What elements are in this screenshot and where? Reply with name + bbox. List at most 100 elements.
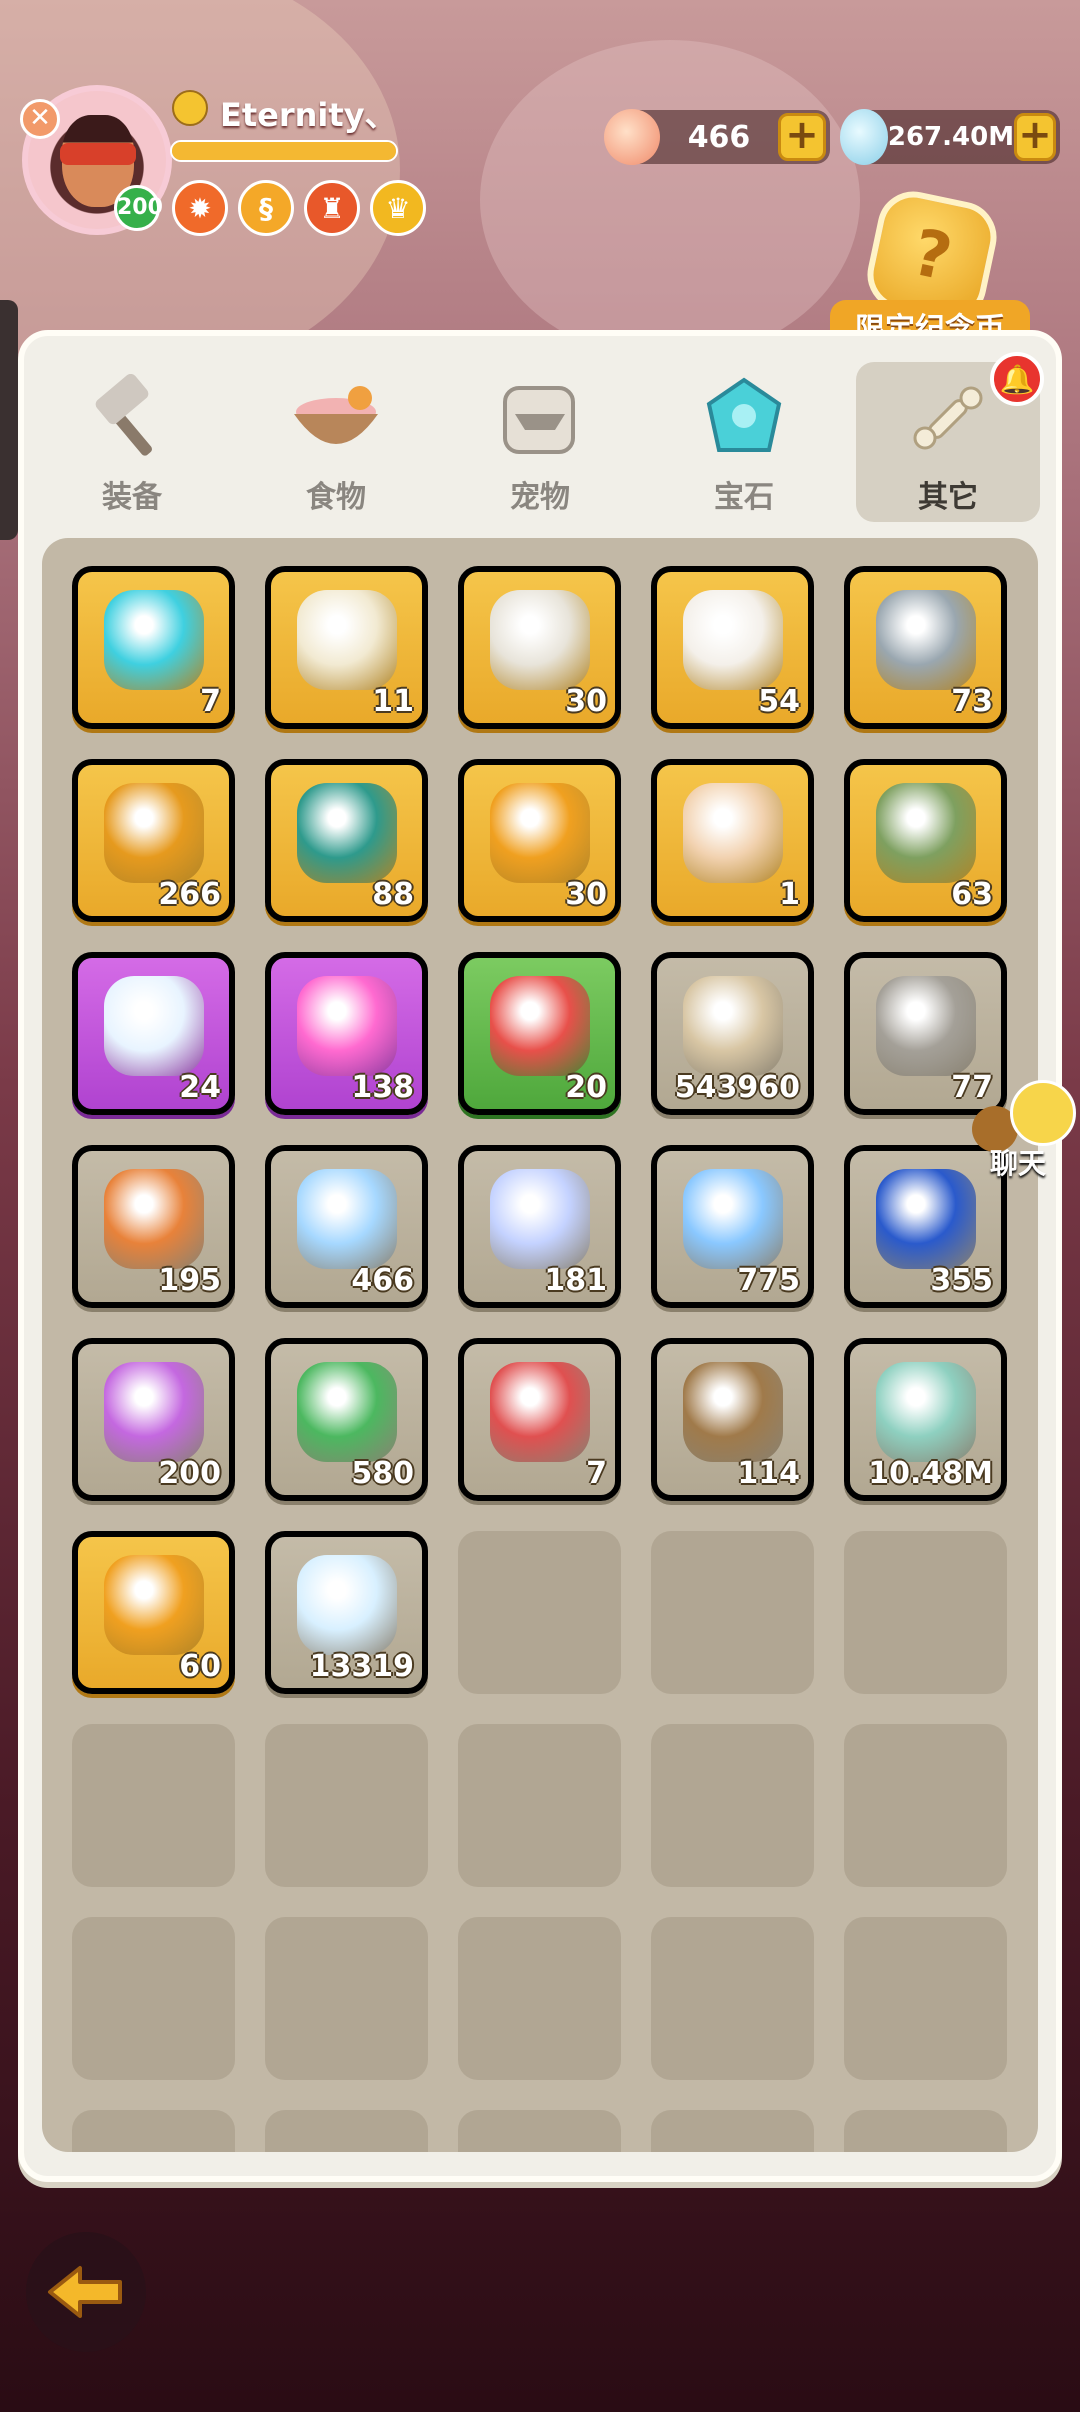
spiral-coin-icon [490,783,590,883]
tab-other[interactable]: 其它 🔔 [856,352,1044,522]
currency-value: 466 [687,119,751,155]
crown-badge-icon[interactable]: ♛ [370,180,426,236]
empty-slot [458,1724,621,1887]
meal-plate-icon [104,1169,204,1269]
cyan-stone-icon [104,590,204,690]
empty-slot [844,1917,1007,2080]
green-ticket-icon [297,1362,397,1462]
empty-slot [265,2110,428,2152]
empty-slot [458,2110,621,2152]
inventory-slot[interactable]: 60 [72,1531,235,1694]
player-avatar[interactable]: ✕ 200 [20,85,172,235]
inventory-slot[interactable]: 200 [72,1338,235,1501]
exp-bar [170,140,398,162]
item-count: 54 [758,684,800,719]
item-count: 20 [565,1070,607,1105]
brown-ticket-icon [683,1362,783,1462]
empty-slot [458,1531,621,1694]
empty-slot [651,2110,814,2152]
tab-pet[interactable]: 宠物 [448,362,632,522]
player-badges: ✹ § ♜ ♛ [172,180,426,236]
inventory-slot[interactable]: 114 [651,1338,814,1501]
back-button[interactable] [26,2232,146,2352]
side-drawer-handle[interactable] [0,300,18,540]
character-card-icon [683,783,783,883]
item-count: 73 [951,684,993,719]
holo-card-icon [297,1555,397,1655]
add-shell-button[interactable]: + [778,113,826,161]
player-emoji-icon [172,90,208,126]
inventory-slot[interactable]: 543960 [651,952,814,1115]
inventory-slot[interactable]: 10.48M [844,1338,1007,1501]
inventory-slot[interactable]: 13319 [265,1531,428,1694]
empty-slot [72,2110,235,2152]
inventory-slot[interactable]: 580 [265,1338,428,1501]
item-count: 7 [586,1456,607,1491]
inventory-slot[interactable]: 54 [651,566,814,729]
inventory-slot[interactable]: 195 [72,1145,235,1308]
tab-gem[interactable]: 宝石 [652,362,836,522]
tab-label: 宝石 [714,480,774,515]
back-arrow-icon [48,2266,122,2318]
inventory-slot[interactable]: 88 [265,759,428,922]
inventory-slot[interactable]: 11 [265,566,428,729]
player-name: Eternity、 [220,96,397,134]
item-count: 181 [544,1263,607,1298]
empty-slot [458,1917,621,2080]
fire-badge-icon[interactable]: ✹ [172,180,228,236]
item-count: 63 [951,877,993,912]
shield-badge-icon[interactable]: ♜ [304,180,360,236]
inventory-slot[interactable]: 20 [458,952,621,1115]
inventory-slot[interactable]: 7 [72,566,235,729]
inventory-slot[interactable]: 775 [651,1145,814,1308]
inventory-slot[interactable]: 30 [458,566,621,729]
empty-slot [72,1724,235,1887]
dice-icon [683,590,783,690]
add-gem-button[interactable]: + [1014,113,1056,161]
item-count: 138 [351,1070,414,1105]
empty-slot [844,1724,1007,1887]
currency-gem: 267.40M + [840,109,1060,165]
moon-icon [297,1169,397,1269]
inventory-slot[interactable]: 24 [72,952,235,1115]
inventory-slot[interactable]: 181 [458,1145,621,1308]
limited-coin-button[interactable]: ? 限定纪念币 [830,184,1030,352]
item-count: 24 [179,1070,221,1105]
stone-golem-icon [876,783,976,883]
inventory-slot[interactable]: 266 [72,759,235,922]
item-count: 7 [200,684,221,719]
inventory-slot[interactable]: 466 [265,1145,428,1308]
hammer-icon [82,374,182,464]
inventory-slot[interactable]: 30 [458,759,621,922]
shell-icon [604,109,660,165]
item-count: 200 [158,1456,221,1491]
empty-slot [651,1531,814,1694]
empty-slot [265,1724,428,1887]
gemstone-icon [694,374,794,464]
inventory-slot[interactable]: 63 [844,759,1007,922]
item-count: 580 [351,1456,414,1491]
close-icon[interactable]: ✕ [20,99,60,139]
empty-slot [72,1917,235,2080]
item-count: 1 [779,877,800,912]
gem-icon [840,109,888,165]
inventory-slot[interactable]: 7 [458,1338,621,1501]
inventory-slot[interactable]: 73 [844,566,1007,729]
prism-icon [683,1169,783,1269]
item-count: 88 [372,877,414,912]
item-count: 60 [179,1649,221,1684]
inventory-slot[interactable]: 1 [651,759,814,922]
tab-label: 装备 [102,480,162,515]
chat-button[interactable]: 聊天 [970,1080,1080,1180]
level-badge: 200 [114,185,163,231]
swirl-badge-icon[interactable]: § [238,180,294,236]
tab-food[interactable]: 食物 [244,362,428,522]
stone-tablet-icon [876,976,976,1076]
empty-slot [844,2110,1007,2152]
inventory-grid-area: 7 11 30 54 73 266 88 30 1 63 24 138 20 543960 77 195 466… [42,538,1038,2152]
avatar-mask [60,143,136,165]
inventory-slot[interactable]: 138 [265,952,428,1115]
tab-equipment[interactable]: 装备 [40,362,224,522]
exp-bar-fill [172,142,396,160]
item-count: 114 [737,1456,800,1491]
